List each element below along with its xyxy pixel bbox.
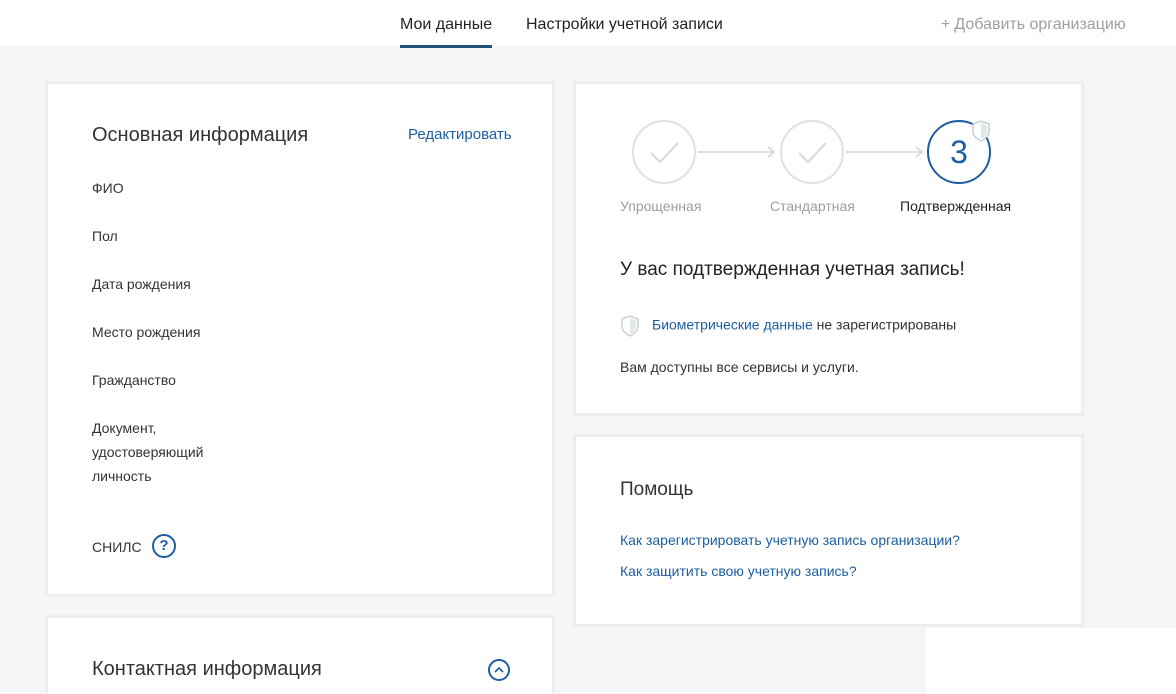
shield-icon — [621, 315, 639, 337]
help-card: Помощь Как зарегистрировать учетную запи… — [573, 434, 1084, 627]
step-label-simplified: Упрощенная — [620, 198, 702, 214]
basic-info-card: Основная информация Редактировать ФИО По… — [45, 81, 555, 597]
field-label-document-line3: личность — [92, 468, 152, 484]
plus-icon: + — [941, 16, 951, 33]
top-navigation: Мои данные Настройки учетной записи + Доб… — [0, 0, 1176, 48]
step-arrow-icon — [698, 146, 776, 158]
step-simplified-circle — [632, 120, 696, 184]
background-panel — [926, 628, 1176, 694]
step-label-standard: Стандартная — [770, 198, 855, 214]
field-label-birth-place: Место рождения — [92, 324, 201, 340]
contact-info-title: Контактная информация — [92, 658, 322, 680]
checkmark-icon — [798, 142, 827, 164]
chevron-up-icon[interactable] — [488, 659, 510, 681]
checkmark-icon — [650, 142, 679, 164]
field-label-citizenship: Гражданство — [92, 372, 176, 388]
account-status-title: У вас подтвержденная учетная запись! — [620, 259, 965, 280]
field-label-birth-date: Дата рождения — [92, 276, 191, 292]
tab-account-settings[interactable]: Настройки учетной записи — [526, 16, 723, 34]
field-label-document-line1: Документ, — [92, 420, 157, 436]
field-label-snils: СНИЛС — [92, 539, 142, 555]
shield-icon — [972, 120, 990, 142]
field-label-fio: ФИО — [92, 180, 124, 196]
step-arrow-icon — [846, 146, 924, 158]
biometric-data-link[interactable]: Биометрические данные — [652, 317, 813, 333]
biometric-status-row: Биометрические данные не зарегистрирован… — [620, 315, 956, 337]
help-link-register-organization[interactable]: Как зарегистрировать учетную запись орга… — [620, 532, 960, 548]
field-label-gender: Пол — [92, 228, 118, 244]
biometric-status-text: не зарегистрированы — [812, 316, 957, 333]
add-organization-link[interactable]: + Добавить организацию — [941, 16, 1126, 34]
help-link-protect-account[interactable]: Как защитить свою учетную запись? — [620, 563, 857, 579]
edit-button[interactable]: Редактировать — [408, 126, 512, 143]
tab-my-data[interactable]: Мои данные — [400, 16, 493, 48]
field-label-document-line2: удостоверяющий — [92, 444, 204, 460]
access-text: Вам доступны все сервисы и услуги. — [620, 359, 859, 375]
add-organization-label: Добавить организацию — [954, 16, 1126, 33]
snils-help-icon[interactable]: ? — [152, 534, 176, 558]
help-title: Помощь — [620, 479, 694, 500]
contact-info-card: Контактная информация — [45, 615, 555, 694]
account-status-card: 3 Упрощенная Стандартная Подтвержденная … — [573, 81, 1084, 416]
step-standard-circle — [780, 120, 844, 184]
basic-info-title: Основная информация — [92, 124, 309, 146]
step-label-confirmed: Подтвержденная — [900, 198, 1012, 214]
